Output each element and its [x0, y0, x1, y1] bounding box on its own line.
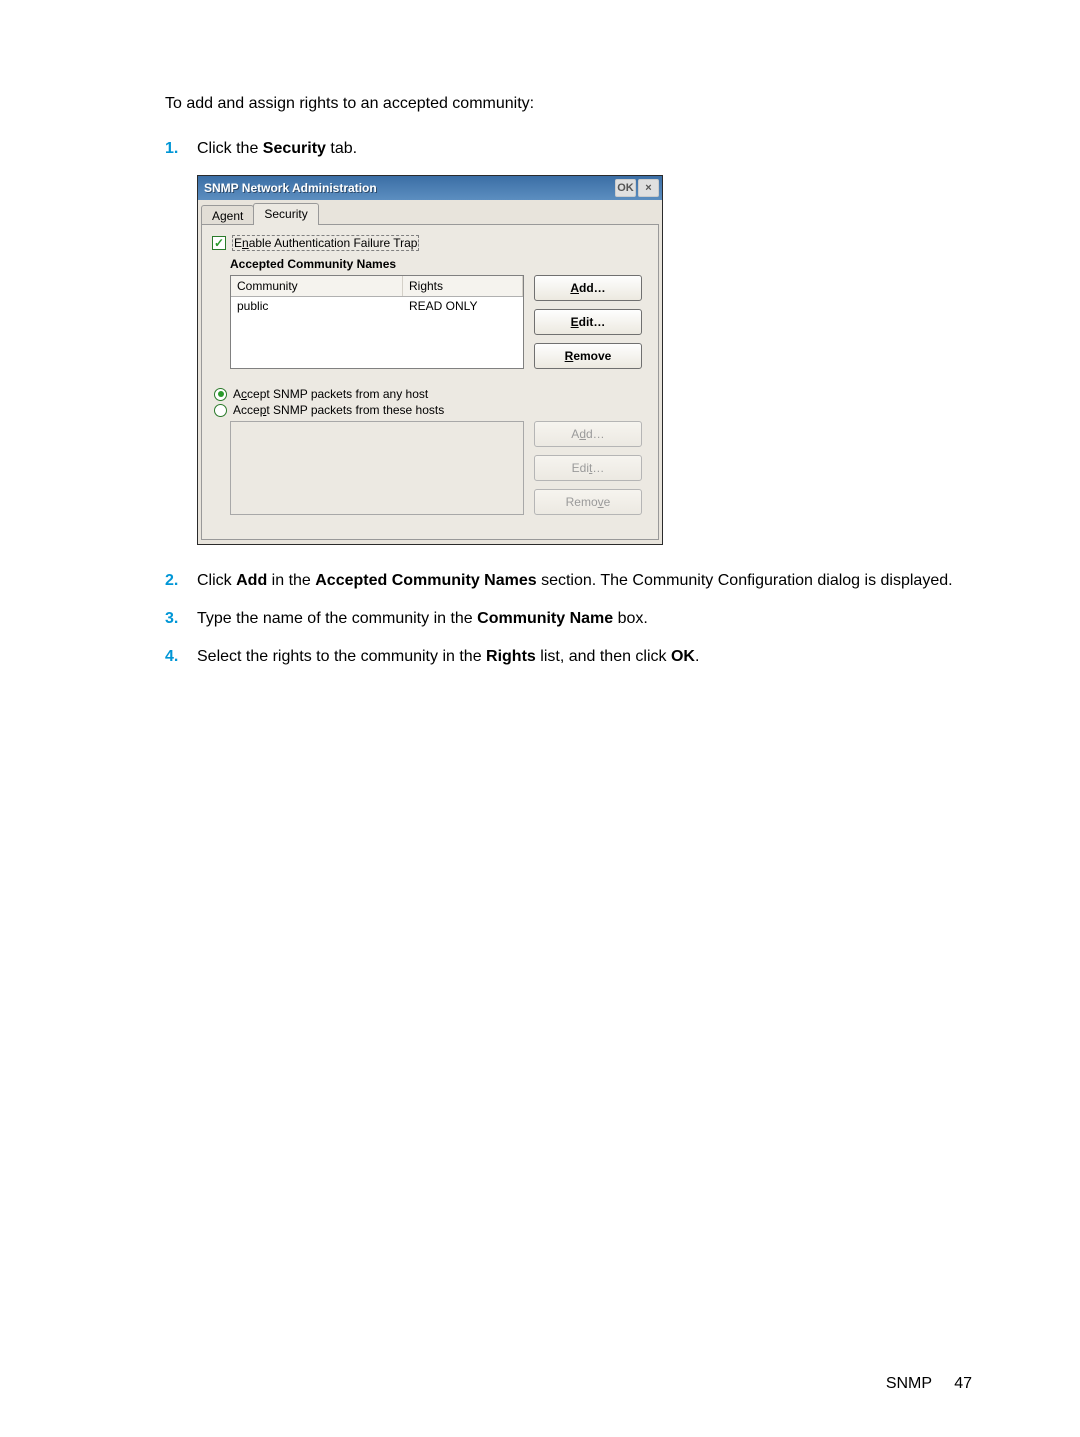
step-text: Type the name of the community in the Co… [197, 607, 980, 631]
radio-any-label: Accept SNMP packets from any host [233, 387, 428, 401]
checkbox-icon[interactable]: ✓ [212, 236, 226, 250]
radio-icon [214, 404, 227, 417]
radio-these-label: Accept SNMP packets from these hosts [233, 403, 444, 417]
intro-text: To add and assign rights to an accepted … [165, 95, 980, 113]
step-number: 1. [165, 137, 197, 161]
add-button[interactable]: Add… [534, 275, 642, 301]
enable-trap-label: Enable Authentication Failure Trap [232, 235, 419, 251]
footer-label: SNMP [886, 1375, 932, 1392]
security-panel: ✓ Enable Authentication Failure Trap Acc… [201, 224, 659, 540]
radio-any-host[interactable]: Accept SNMP packets from any host [214, 387, 648, 401]
step-2: 2. Click Add in the Accepted Community N… [165, 569, 980, 593]
accepted-names-heading: Accepted Community Names [230, 257, 648, 271]
community-listbox[interactable]: Community Rights public READ ONLY [230, 275, 524, 369]
step-1: 1. Click the Security tab. [165, 137, 980, 161]
step-3: 3. Type the name of the community in the… [165, 607, 980, 631]
tab-strip: Agent Security [198, 200, 662, 225]
step-text: Select the rights to the community in th… [197, 645, 980, 669]
cell-community: public [231, 297, 403, 315]
list-header: Community Rights [231, 276, 523, 297]
cell-rights: READ ONLY [403, 297, 523, 315]
hosts-listbox [230, 421, 524, 515]
step-text: Click the Security tab. [197, 137, 980, 161]
enable-trap-row[interactable]: ✓ Enable Authentication Failure Trap [212, 235, 648, 251]
hosts-remove-button: Remove [534, 489, 642, 515]
hosts-add-button: Add… [534, 421, 642, 447]
step-number: 2. [165, 569, 197, 593]
tab-security[interactable]: Security [253, 203, 318, 225]
step-4: 4. Select the rights to the community in… [165, 645, 980, 669]
dialog-screenshot: SNMP Network Administration OK × Agent S… [197, 175, 663, 545]
ok-button[interactable]: OK [615, 179, 636, 197]
footer-page-number: 47 [954, 1375, 972, 1392]
step-number: 4. [165, 645, 197, 669]
radio-these-hosts[interactable]: Accept SNMP packets from these hosts [214, 403, 648, 417]
radio-icon [214, 388, 227, 401]
step-text: Click Add in the Accepted Community Name… [197, 569, 980, 593]
hosts-edit-button: Edit… [534, 455, 642, 481]
col-community: Community [231, 276, 403, 296]
title-bar: SNMP Network Administration OK × [198, 176, 662, 200]
step-number: 3. [165, 607, 197, 631]
list-row[interactable]: public READ ONLY [231, 297, 523, 315]
close-icon[interactable]: × [638, 179, 659, 197]
remove-button[interactable]: Remove [534, 343, 642, 369]
col-rights: Rights [403, 276, 523, 296]
edit-button[interactable]: Edit… [534, 309, 642, 335]
window-title: SNMP Network Administration [204, 181, 613, 195]
page-footer: SNMP 47 [886, 1375, 972, 1393]
